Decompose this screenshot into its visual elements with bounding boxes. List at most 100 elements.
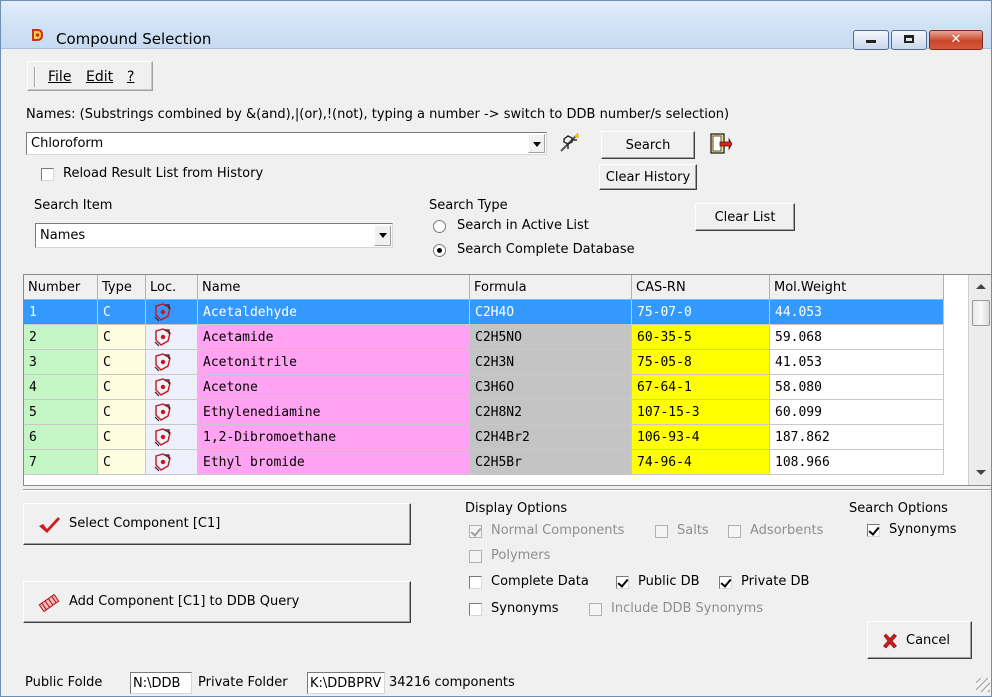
minimize-button[interactable]	[853, 30, 889, 50]
cell-cas-rn: 60-35-5	[632, 325, 770, 350]
cell-formula: C2H5NO	[470, 325, 632, 350]
search-input[interactable]: Chloroform	[26, 132, 547, 155]
cell-name: Acetonitrile	[198, 350, 470, 375]
column-header-formula[interactable]: Formula	[470, 275, 632, 300]
adsorbents-checkbox[interactable]	[728, 525, 741, 538]
synonyms-display-checkbox[interactable]	[469, 603, 482, 616]
window-controls: ✕	[853, 30, 985, 52]
menu-file[interactable]: File	[48, 69, 71, 85]
table-vertical-scrollbar[interactable]	[968, 275, 991, 485]
component-count: 34216 components	[389, 675, 515, 690]
private-folder-label: Private Folder	[198, 675, 288, 690]
molecule-editor-icon[interactable]	[558, 131, 582, 155]
close-button[interactable]: ✕	[929, 30, 983, 50]
synonyms-search-checkbox[interactable]	[867, 524, 880, 537]
cell-mol-weight: 59.068	[770, 325, 944, 350]
search-options-label: Search Options	[849, 501, 948, 516]
app-logo-icon	[32, 29, 43, 41]
search-item-dropdown-arrow[interactable]	[374, 225, 391, 246]
column-header-type[interactable]: Type	[98, 275, 146, 300]
column-header-number[interactable]: Number	[24, 275, 98, 300]
adsorbents-label: Adsorbents	[750, 523, 824, 538]
cell-number: 6	[24, 425, 98, 450]
reload-history-checkbox[interactable]	[41, 168, 54, 181]
cell-type: C	[98, 300, 146, 325]
title-bar[interactable]: Compound Selection ✕	[1, 1, 991, 52]
salts-checkbox[interactable]	[655, 525, 668, 538]
public-db-checkbox[interactable]	[616, 576, 629, 589]
search-button[interactable]: Search	[601, 131, 695, 159]
clear-list-button[interactable]: Clear List	[695, 203, 795, 231]
reload-history-label: Reload Result List from History	[63, 166, 264, 181]
menu-edit[interactable]: Edit	[86, 69, 113, 85]
table-row[interactable]: 3 C Acetonitrile C2H3N 75-05-8 41.053	[24, 350, 968, 375]
cell-name: Acetamide	[198, 325, 470, 350]
cell-number: 7	[24, 450, 98, 475]
cell-type: C	[98, 375, 146, 400]
table-header: Number Type Loc. Name Formula CAS-RN Mol.Weigh…	[24, 275, 968, 300]
cell-number: 3	[24, 350, 98, 375]
scroll-down-icon[interactable]	[971, 463, 991, 483]
table-row[interactable]: 7 C Ethyl bromide C2H5Br 74-96-4 108.966	[24, 450, 968, 475]
cell-number: 4	[24, 375, 98, 400]
location-move-icon	[154, 303, 171, 322]
column-header-loc[interactable]: Loc.	[146, 275, 198, 300]
scroll-up-icon[interactable]	[971, 277, 991, 297]
table-row[interactable]: 4 C Acetone C3H6O 67-64-1 58.080	[24, 375, 968, 400]
clear-history-button[interactable]: Clear History	[599, 164, 697, 190]
private-folder-field[interactable]: K:\DDBPRV	[307, 672, 385, 694]
complete-data-checkbox[interactable]	[469, 576, 482, 589]
include-ddb-synonyms-checkbox[interactable]	[589, 603, 602, 616]
public-folder-field[interactable]: N:\DDB	[130, 672, 192, 694]
column-header-name[interactable]: Name	[198, 275, 470, 300]
radio-search-complete-database-label: Search Complete Database	[457, 242, 635, 257]
private-db-label: Private DB	[741, 574, 810, 589]
section-divider	[23, 489, 991, 491]
complete-data-label: Complete Data	[491, 574, 589, 589]
cell-cas-rn: 74-96-4	[632, 450, 770, 475]
table-row[interactable]: 6 C 1,2-Dibromoethane C2H4Br2 106-93-4 187.86…	[24, 425, 968, 450]
cell-mol-weight: 58.080	[770, 375, 944, 400]
radio-search-active-list-label: Search in Active List	[457, 218, 589, 233]
search-history-dropdown[interactable]	[528, 134, 545, 153]
column-header-cas-rn[interactable]: CAS-RN	[632, 275, 770, 300]
compound-table[interactable]: Number Type Loc. Name Formula CAS-RN Mol.Weigh…	[23, 274, 991, 486]
add-component-button[interactable]: Add Component [C1] to DDB Query	[23, 581, 411, 623]
cell-formula: C2H4Br2	[470, 425, 632, 450]
select-component-button[interactable]: Select Component [C1]	[23, 503, 411, 545]
cancel-button[interactable]: Cancel	[867, 621, 972, 659]
cell-formula: C2H3N	[470, 350, 632, 375]
table-row[interactable]: 5 C Ethylenediamine C2H8N2 107-15-3 60.099	[24, 400, 968, 425]
maximize-button[interactable]	[891, 30, 927, 50]
radio-search-active-list[interactable]	[433, 220, 446, 233]
polymers-checkbox[interactable]	[469, 550, 482, 563]
include-ddb-synonyms-label: Include DDB Synonyms	[611, 601, 764, 616]
synonyms-search-label: Synonyms	[889, 522, 957, 537]
cell-mol-weight: 108.966	[770, 450, 944, 475]
cell-formula: C2H8N2	[470, 400, 632, 425]
polymers-label: Polymers	[491, 548, 551, 563]
cell-mol-weight: 41.053	[770, 350, 944, 375]
menu-bar: File Edit ?	[27, 61, 153, 91]
cell-loc	[146, 325, 198, 350]
scroll-thumb[interactable]	[972, 300, 990, 326]
resize-grip[interactable]	[976, 678, 990, 692]
normal-components-checkbox[interactable]	[469, 525, 482, 538]
minimize-icon	[866, 40, 876, 43]
cell-formula: C2H5Br	[470, 450, 632, 475]
menu-help[interactable]: ?	[127, 69, 134, 85]
cell-loc	[146, 300, 198, 325]
column-header-mol-weight[interactable]: Mol.Weight	[770, 275, 944, 300]
window-title: Compound Selection	[56, 30, 212, 48]
radio-search-complete-database[interactable]	[433, 244, 446, 257]
cell-name: Ethylenediamine	[198, 400, 470, 425]
cell-loc	[146, 375, 198, 400]
table-row[interactable]: 1 C Acetaldehyde C2H4O 75-07-0 44.053	[24, 300, 968, 325]
private-db-checkbox[interactable]	[719, 576, 732, 589]
cell-formula: C2H4O	[470, 300, 632, 325]
search-item-select[interactable]: Names	[35, 223, 393, 248]
cell-number: 2	[24, 325, 98, 350]
red-x-icon	[883, 633, 897, 649]
table-row[interactable]: 2 C Acetamide C2H5NO 60-35-5 59.068	[24, 325, 968, 350]
exit-door-icon[interactable]	[708, 132, 732, 156]
